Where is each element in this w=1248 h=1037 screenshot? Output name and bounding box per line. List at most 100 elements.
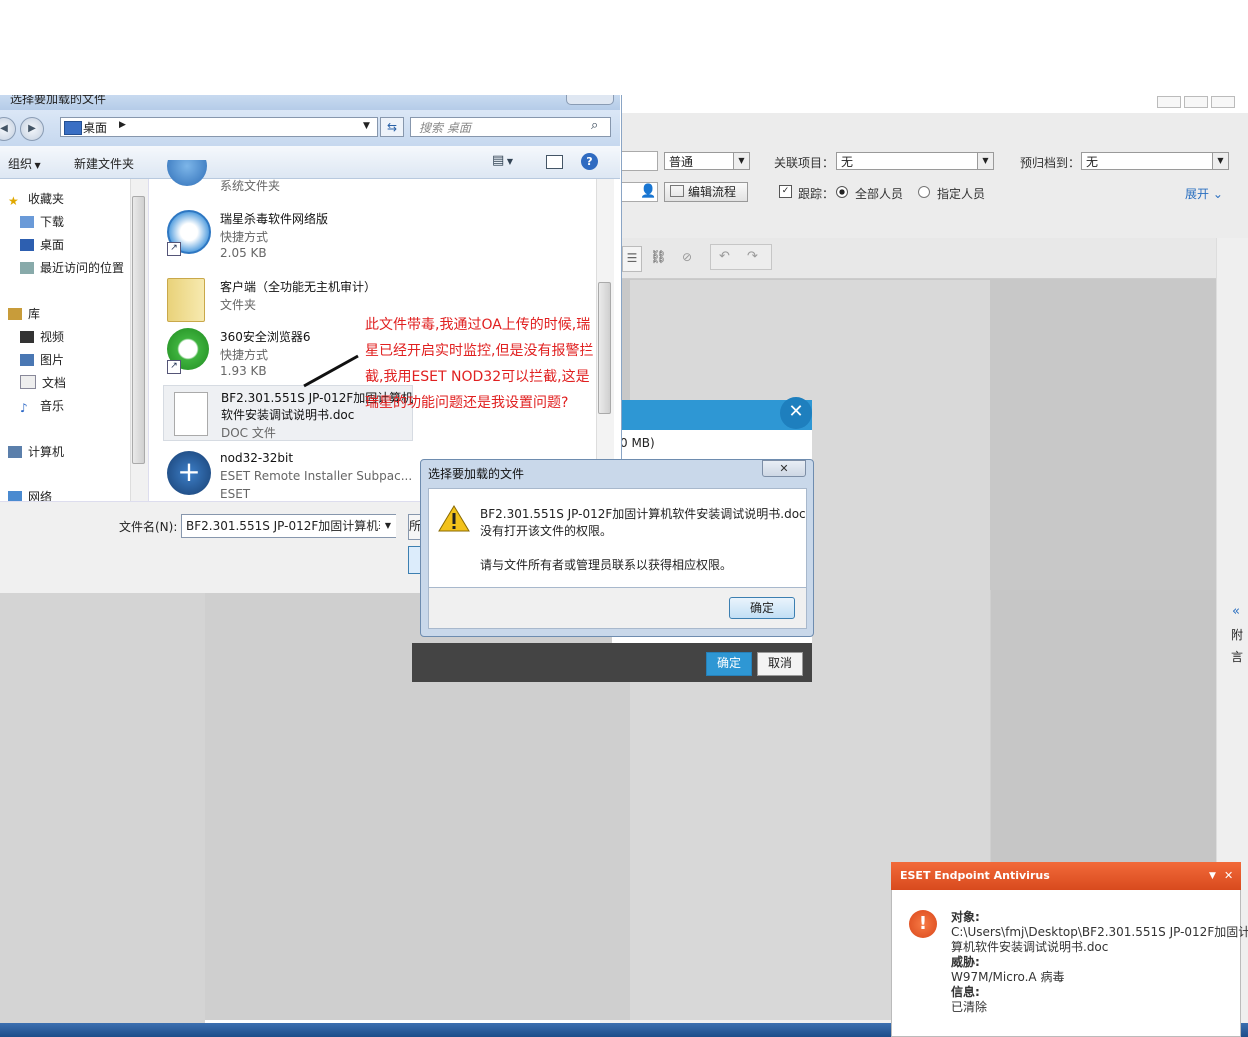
search-icon[interactable]: ⌕	[591, 118, 598, 133]
computer-icon	[167, 160, 207, 186]
undo-redo-group: ↶ ↷	[710, 244, 772, 270]
computer-icon	[8, 446, 22, 458]
nav-music[interactable]: ♪ 音乐	[20, 397, 64, 415]
forward-icon[interactable]: ▶	[20, 117, 44, 141]
nav-favorites[interactable]: ★ 收藏夹	[8, 190, 64, 208]
flow-icon	[670, 185, 684, 197]
eset-info-value: 已清除	[951, 1000, 988, 1014]
user-icon[interactable]: 👤	[640, 184, 656, 199]
side-text-1: 附	[1231, 628, 1244, 642]
link-icon[interactable]: ⛓	[650, 250, 667, 265]
nav-library[interactable]: 库	[8, 305, 40, 323]
file-dialog-title: 选择要加载的文件	[10, 95, 107, 106]
error-ok-button[interactable]: 确定	[729, 597, 795, 619]
nav-computer[interactable]: 计算机	[8, 443, 64, 461]
archive-select[interactable]: 无 ▼	[1081, 152, 1229, 170]
document-icon	[20, 375, 36, 389]
file-dialog-title-bar: 选择要加载的文件	[0, 95, 620, 110]
recent-places-icon	[20, 262, 34, 274]
file-item-system-folder[interactable]: 系统文件夹	[163, 160, 413, 195]
chevron-down-icon: ▼	[1212, 153, 1228, 169]
shortcut-arrow-icon: ↗	[167, 360, 181, 374]
chevron-down-icon[interactable]: ▼	[1209, 862, 1216, 890]
search-placeholder: 搜索 桌面	[419, 121, 471, 135]
eset-header: ESET Endpoint Antivirus ▼ ✕	[891, 862, 1241, 890]
chevron-down-icon: ▼	[32, 161, 41, 170]
nav-pictures[interactable]: 图片	[20, 351, 64, 369]
track-label: 跟踪：	[798, 187, 835, 201]
undo-icon[interactable]: ↶	[719, 249, 730, 264]
video-icon	[20, 331, 34, 343]
chevron-down-icon[interactable]: ▼	[363, 121, 370, 131]
archive-label: 预归档到：	[1020, 156, 1081, 170]
refresh-icon[interactable]: ⇆	[380, 117, 404, 137]
address-bar[interactable]: 桌面 ▶ ▼	[60, 117, 378, 137]
expand-link[interactable]: 展开 ⌄	[1185, 185, 1223, 202]
annotation-arrow	[303, 354, 359, 388]
nav-downloads[interactable]: 下载	[20, 213, 64, 231]
upload-size-text: 0 MB)	[620, 436, 655, 450]
desktop-icon	[20, 239, 34, 251]
file-item-nod32[interactable]: + nod32-32bit ESET Remote Installer Subp…	[163, 447, 413, 501]
preview-pane-icon[interactable]	[546, 155, 563, 169]
organize-menu[interactable]: 组织 ▼	[8, 155, 41, 172]
nav-network[interactable]: 网络	[8, 488, 52, 501]
align-icon[interactable]: ☰	[622, 246, 642, 272]
nav-videos[interactable]: 视频	[20, 328, 64, 346]
chevron-down-icon: ▼	[977, 153, 993, 169]
dialog-close-button[interactable]	[566, 95, 614, 105]
all-members-label: 全部人员	[855, 187, 904, 201]
oa-form-toolbar	[600, 113, 1248, 238]
upload-confirm-button[interactable]: 确定	[706, 652, 752, 676]
warning-icon	[438, 505, 470, 532]
editor-toolbar	[600, 238, 1216, 279]
file-item-rising-antivirus[interactable]: ↗ 瑞星杀毒软件网络版 快捷方式 2.05 KB	[163, 206, 413, 268]
error-file-name: BF2.301.551S JP-012F加固计算机软件安装调试说明书.doc	[480, 507, 806, 521]
nav-documents[interactable]: 文档	[20, 374, 66, 392]
related-select[interactable]: 无 ▼	[836, 152, 994, 170]
specified-members-label: 指定人员	[937, 187, 986, 201]
help-icon[interactable]: ?	[581, 153, 598, 170]
close-window-button[interactable]	[1211, 96, 1235, 108]
eset-plus-icon: +	[167, 451, 211, 495]
minimize-button[interactable]	[1157, 96, 1181, 108]
search-input[interactable]: 搜索 桌面 ⌕	[410, 117, 611, 137]
document-icon	[174, 392, 208, 436]
nav-scrollbar-thumb[interactable]	[132, 196, 145, 464]
background-gray-left	[0, 593, 205, 1023]
network-icon	[8, 491, 22, 501]
error-dialog-title: 选择要加载的文件	[428, 467, 525, 481]
specified-members-radio[interactable]	[918, 186, 930, 198]
alert-icon: !	[909, 910, 937, 938]
priority-select[interactable]: 普通 ▼	[664, 152, 750, 170]
filename-label: 文件名(N):	[119, 520, 178, 534]
library-icon	[8, 308, 22, 320]
edit-flow-button[interactable]: 编辑流程	[664, 182, 748, 202]
star-icon: ★	[8, 194, 19, 208]
folder-icon	[167, 278, 205, 322]
nav-desktop[interactable]: 桌面	[20, 236, 64, 254]
upload-cancel-button[interactable]: 取消	[757, 652, 803, 676]
error-message: 没有打开该文件的权限。	[480, 524, 613, 538]
chevron-down-icon[interactable]: ▼	[380, 515, 396, 537]
all-members-radio[interactable]	[836, 186, 848, 198]
new-folder-button[interactable]: 新建文件夹	[74, 155, 134, 172]
view-options-icon[interactable]: ▤ ▼	[492, 153, 513, 168]
maximize-button[interactable]	[1184, 96, 1208, 108]
download-icon	[20, 216, 34, 228]
related-label: 关联项目：	[774, 156, 835, 170]
nav-recent[interactable]: 最近访问的位置	[20, 259, 124, 277]
redo-icon[interactable]: ↷	[747, 249, 758, 264]
upload-dialog-footer	[412, 643, 812, 682]
collapse-left-icon[interactable]: «	[1232, 604, 1240, 619]
close-icon[interactable]: ✕	[780, 397, 812, 429]
address-text: 桌面	[83, 121, 108, 135]
oa-title-bar	[600, 95, 1248, 114]
close-icon[interactable]: ✕	[1224, 862, 1233, 890]
chevron-right-icon[interactable]: ▶	[119, 120, 126, 130]
filename-input[interactable]: BF2.301.551S JP-012F加固计算机软	[181, 514, 396, 538]
track-checkbox[interactable]: ✓	[779, 185, 792, 198]
unlink-icon[interactable]: ⊘	[682, 250, 692, 264]
file-list-scrollbar-thumb[interactable]	[598, 282, 611, 414]
close-icon[interactable]: ✕	[762, 460, 806, 477]
